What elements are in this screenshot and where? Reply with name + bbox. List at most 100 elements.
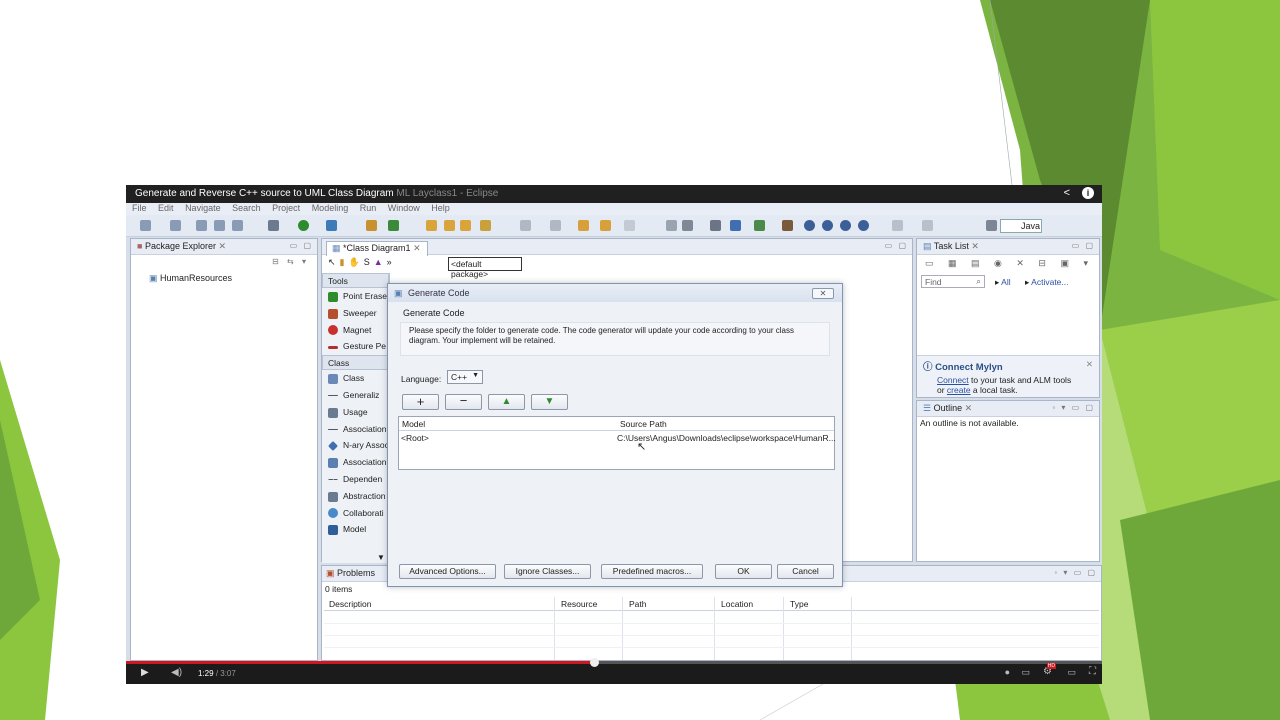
view-menu-icons[interactable]: ◦ ▾ ▭ ▢ [1054, 568, 1097, 577]
captions-icon[interactable]: ▭ [1021, 667, 1030, 678]
theater-mode-icon[interactable]: ▭ [1067, 667, 1076, 678]
close-icon[interactable]: ✕ [413, 243, 421, 253]
minimize-maximize-icons[interactable]: ▭ ▢ [1072, 241, 1095, 250]
package-explorer-tab[interactable]: Package Explorer [145, 241, 216, 251]
align-icon[interactable] [892, 220, 903, 231]
col-location[interactable]: Location [721, 599, 753, 609]
move-down-button[interactable]: ▼ [531, 394, 568, 410]
zoom-menu-icon[interactable] [858, 220, 869, 231]
open-type-icon[interactable] [426, 220, 437, 231]
palette-generalization[interactable]: Generaliz [322, 387, 389, 404]
more-tools-icon[interactable]: » [387, 257, 396, 267]
palette-nary-association[interactable]: N-ary Assoc [322, 437, 389, 454]
minimize-maximize-icons[interactable]: ▭ ▢ [885, 241, 908, 250]
fullscreen-icon[interactable]: ⛶ [1089, 666, 1096, 677]
distribute-icon[interactable] [922, 220, 933, 231]
close-icon[interactable]: ✕ [971, 241, 979, 251]
print-diagram-icon[interactable] [710, 220, 721, 231]
new-icon[interactable] [140, 220, 151, 231]
ignore-classes-button[interactable]: Ignore Classes... [504, 564, 591, 579]
problems-tab[interactable]: Problems [337, 568, 375, 578]
col-resource[interactable]: Resource [561, 599, 597, 609]
add-button[interactable]: + [402, 394, 439, 410]
watch-later-icon[interactable]: ● [1005, 667, 1010, 677]
palette-abstraction[interactable]: Abstraction [322, 488, 389, 505]
brush-icon[interactable] [782, 220, 793, 231]
palette-model[interactable]: Model [322, 521, 389, 538]
menu-edit[interactable]: Edit [158, 203, 174, 213]
palette-tools-drawer[interactable]: Tools [322, 273, 389, 288]
task-toolbar-icons[interactable]: ▭ ▦ ▤ ◉ ✕ ⊟ ▣ ▾ [925, 258, 1094, 269]
lock-icon[interactable]: ▮ [340, 257, 349, 267]
palette-usage[interactable]: Usage [322, 404, 389, 421]
col-path[interactable]: Path [629, 599, 647, 609]
dialog-close-button[interactable]: ✕ [812, 288, 834, 299]
open-resource-icon[interactable] [444, 220, 455, 231]
palette-association-class[interactable]: Association [322, 454, 389, 471]
menu-file[interactable]: File [132, 203, 147, 213]
next-annotation-icon[interactable] [520, 220, 531, 231]
progress-scrubber[interactable] [589, 658, 599, 667]
pan-hand-icon[interactable]: ✋ [349, 257, 364, 267]
save-icon[interactable] [196, 220, 207, 231]
search-toolbar-icon[interactable] [480, 220, 491, 231]
s-tool-icon[interactable]: S [364, 257, 374, 267]
java-perspective-button[interactable]: Java [1000, 219, 1042, 233]
class-diagram-tab[interactable]: ▦ *Class Diagram1 ✕ [326, 241, 428, 256]
collapse-link-icon[interactable]: ⊟ ⇆ ▾ [272, 257, 309, 266]
col-type[interactable]: Type [790, 599, 808, 609]
connect-link[interactable]: Connect [937, 375, 969, 385]
grid-icon[interactable] [682, 220, 693, 231]
video-player[interactable]: Generate and Reverse C++ source to UML C… [126, 185, 1102, 684]
all-filter[interactable]: ▸ All [995, 277, 1011, 288]
prev-annotation-icon[interactable] [550, 220, 561, 231]
open-perspective-icon[interactable] [986, 220, 997, 231]
palette-class[interactable]: Class [322, 370, 389, 387]
zoom-out-icon[interactable] [822, 220, 833, 231]
palette-class-drawer[interactable]: Class [322, 355, 389, 371]
advanced-options-button[interactable]: Advanced Options... [399, 564, 496, 579]
row-source-path[interactable]: C:\Users\Angus\Downloads\eclipse\workspa… [617, 433, 836, 443]
print-icon[interactable] [232, 220, 243, 231]
palette-dependency[interactable]: Dependen [322, 471, 389, 488]
menu-navigate[interactable]: Navigate [185, 203, 221, 213]
video-title[interactable]: Generate and Reverse C++ source to UML C… [135, 188, 394, 199]
new-package-icon[interactable] [366, 220, 377, 231]
col-source-path[interactable]: Source Path [620, 419, 667, 429]
save-all-icon[interactable] [214, 220, 225, 231]
open-folder-icon[interactable] [460, 220, 471, 231]
tree-item-humanresources[interactable]: ▣ HumanResources [131, 271, 317, 285]
col-description[interactable]: Description [329, 599, 372, 609]
activate-link[interactable]: ▸ Activate... [1025, 277, 1069, 288]
cancel-button[interactable]: Cancel [777, 564, 834, 579]
create-link[interactable]: create [947, 385, 971, 395]
menu-run[interactable]: Run [360, 203, 377, 213]
ok-button[interactable]: OK [715, 564, 772, 579]
info-icon[interactable]: i [1082, 187, 1094, 199]
col-model[interactable]: Model [402, 419, 425, 429]
back-icon[interactable] [578, 220, 589, 231]
forward-icon[interactable] [624, 220, 635, 231]
move-up-button[interactable]: ▲ [488, 394, 525, 410]
new-class-icon[interactable] [388, 220, 399, 231]
menu-search[interactable]: Search [232, 203, 261, 213]
new-wizard-icon[interactable] [170, 220, 181, 231]
volume-icon[interactable]: ◀) [171, 667, 182, 678]
palette-point-erase[interactable]: Point Erase [322, 288, 389, 305]
palette-gesture-pen[interactable]: Gesture Pe [322, 338, 389, 355]
palette-scroll-down-icon[interactable]: ▼ [377, 553, 385, 562]
task-list-tab[interactable]: Task List [934, 241, 969, 251]
remove-button[interactable]: − [445, 394, 482, 410]
table-row[interactable]: <Root> C:\Users\Angus\Downloads\eclipse\… [399, 431, 836, 443]
task-find-input[interactable]: Find ⌕ [921, 275, 985, 288]
layout-icon[interactable] [666, 220, 677, 231]
external-tools-icon[interactable] [326, 220, 337, 231]
close-icon[interactable]: ✕ [965, 403, 973, 413]
palette-collaboration[interactable]: Collaborati [322, 505, 389, 522]
view-menu-icons[interactable]: ◦ ▾ ▭ ▢ [1052, 403, 1095, 412]
menu-help[interactable]: Help [431, 203, 450, 213]
zoom-in-icon[interactable] [804, 220, 815, 231]
menu-modeling[interactable]: Modeling [312, 203, 349, 213]
debug-icon[interactable] [268, 220, 279, 231]
select-tool-icon[interactable]: ↖ [328, 257, 340, 267]
